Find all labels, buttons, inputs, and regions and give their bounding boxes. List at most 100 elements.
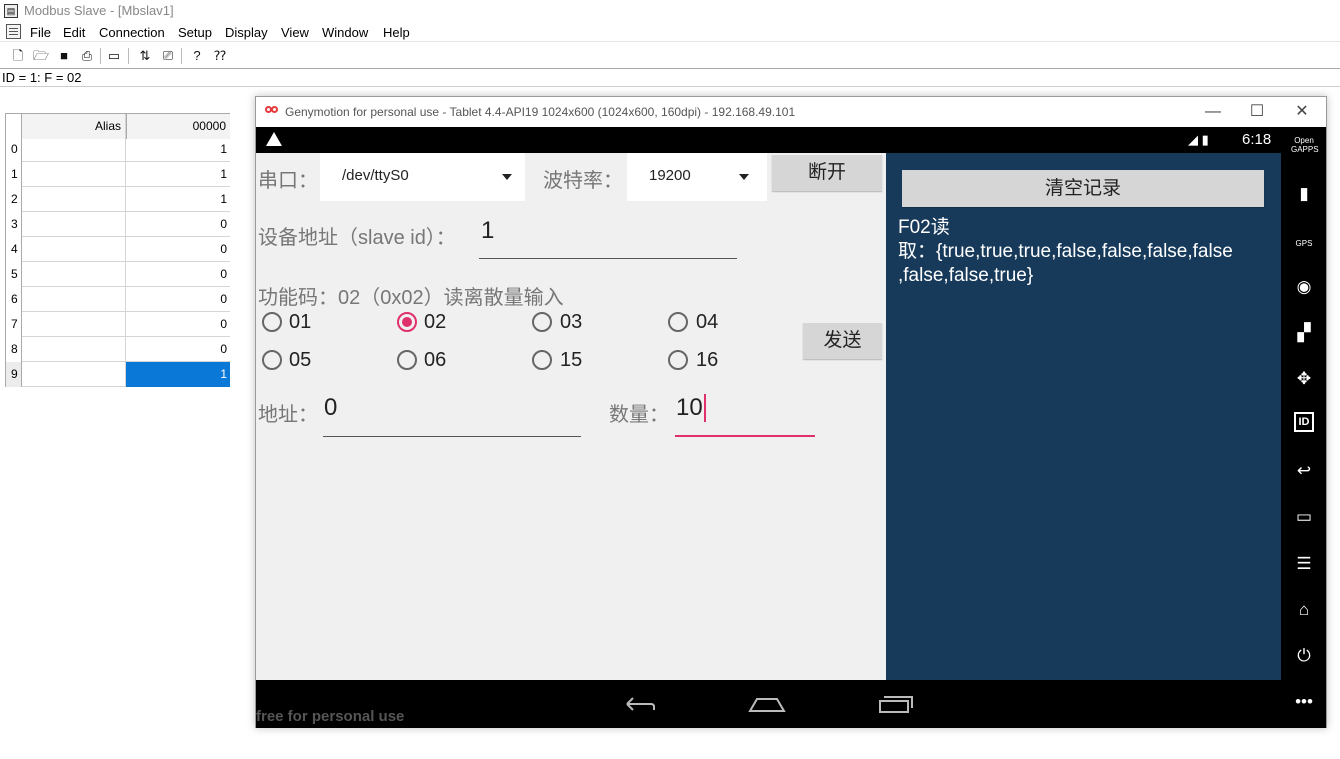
slave-id-underline [479,258,737,259]
status-clock: 6:18 [1242,131,1272,148]
alias-cell[interactable] [22,137,126,162]
radio-05[interactable] [262,350,282,370]
table-row-selected[interactable]: 91 [5,362,230,387]
menu-window[interactable]: Window [322,25,368,40]
home-icon[interactable]: ⌂ [1291,597,1317,623]
print-icon[interactable]: ⎙ [78,47,96,65]
radio-03-label: 03 [560,311,583,333]
alias-cell[interactable] [22,212,126,237]
nav-home-icon[interactable] [748,694,786,714]
value-cell[interactable]: 1 [126,187,230,212]
alias-cell[interactable] [22,262,126,287]
baud-rate-spinner[interactable]: 19200 [627,153,767,201]
row-index: 8 [5,337,22,362]
radio-01-label: 01 [289,311,312,333]
serial-port-spinner[interactable]: /dev/ttyS0 [320,153,525,201]
value-cell[interactable]: 1 [126,137,230,162]
power-icon[interactable]: ⏻ [1291,643,1317,669]
clear-log-button[interactable]: 清空记录 [902,170,1264,207]
grid-corner [5,114,22,139]
table-row[interactable]: 30 [5,212,230,237]
address-input[interactable]: 0 [324,394,337,422]
value-cell-selected[interactable]: 1 [126,362,230,387]
radio-02[interactable] [397,312,417,332]
disconnect-icon[interactable]: ⎚ [159,47,177,65]
help-icon[interactable]: ? [188,47,206,65]
disconnect-button[interactable]: 断开 [772,155,882,191]
radio-01[interactable] [262,312,282,332]
clapper-icon[interactable]: ▞ [1291,320,1317,346]
save-icon[interactable]: ■ [55,47,73,65]
count-label: 数量： [609,404,669,426]
menu-display[interactable]: Display [225,25,268,40]
modbus-menubar: File Edit Connection Setup Display View … [0,22,1340,42]
gps-icon[interactable]: GPS [1291,227,1317,253]
value-cell[interactable]: 0 [126,212,230,237]
table-row[interactable]: 50 [5,262,230,287]
camera-icon[interactable]: ◉ [1291,274,1317,300]
value-cell[interactable]: 0 [126,287,230,312]
alias-cell[interactable] [22,287,126,312]
battery-icon[interactable]: ▮ [1291,181,1317,207]
count-input[interactable]: 10 [676,394,706,422]
open-folder-icon[interactable]: 🗁 [32,47,50,65]
radio-06[interactable] [397,350,417,370]
move-icon[interactable]: ✥ [1291,366,1317,392]
value-cell[interactable]: 0 [126,337,230,362]
radio-04[interactable] [668,312,688,332]
table-row[interactable]: 70 [5,312,230,337]
modbus-titlebar: ▤ Modbus Slave - [Mbslav1] [0,0,1340,22]
connect-icon[interactable]: ⇅ [136,47,154,65]
menu-file[interactable]: File [30,25,51,40]
value-cell[interactable]: 0 [126,312,230,337]
row-index: 5 [5,262,22,287]
document-icon[interactable] [6,24,21,39]
alias-cell[interactable] [22,187,126,212]
window-icon[interactable]: ▭ [105,47,123,65]
nav-back-icon[interactable] [621,694,657,714]
radio-16[interactable] [668,350,688,370]
baud-rate-value: 19200 [649,167,691,184]
minimize-icon[interactable]: — [1198,102,1228,122]
id-icon[interactable]: ID [1294,412,1314,432]
table-row[interactable]: 60 [5,287,230,312]
radio-15[interactable] [532,350,552,370]
send-button[interactable]: 发送 [803,323,882,359]
table-row[interactable]: 80 [5,337,230,362]
function-code-label: 功能码：02（0x02）读离散量输入 [258,287,564,309]
radio-03[interactable] [532,312,552,332]
log-line: 取：{true,true,true,false,false,false,fals… [898,241,1233,262]
menu-help[interactable]: Help [383,25,410,40]
value-cell[interactable]: 0 [126,237,230,262]
table-row[interactable]: 11 [5,162,230,187]
alias-cell[interactable] [22,162,126,187]
menu-view[interactable]: View [281,25,309,40]
menu-connection[interactable]: Connection [99,25,165,40]
maximize-icon[interactable]: ☐ [1242,102,1272,122]
nav-recent-apps-icon[interactable] [878,694,914,714]
alias-cell[interactable] [22,237,126,262]
more-icon[interactable]: ••• [1291,689,1317,715]
close-icon[interactable]: ✕ [1287,102,1317,122]
opengapps-icon[interactable]: Open GAPPS [1291,136,1319,162]
menu-icon[interactable]: ☰ [1291,551,1317,577]
menu-setup[interactable]: Setup [178,25,212,40]
slave-id-input[interactable]: 1 [481,217,494,245]
table-row[interactable]: 01 [5,137,230,162]
value-cell[interactable]: 1 [126,162,230,187]
row-index: 2 [5,187,22,212]
value-cell[interactable]: 0 [126,262,230,287]
genymotion-window-title: Genymotion for personal use - Tablet 4.4… [285,105,796,119]
toolbar-separator [128,48,129,64]
menu-edit[interactable]: Edit [63,25,85,40]
alias-cell[interactable] [22,362,126,387]
context-help-icon[interactable]: ⁇ [211,47,229,65]
new-file-icon[interactable]: 🗋 [9,47,27,65]
recent-icon[interactable]: ▭ [1291,504,1317,530]
back-icon[interactable]: ↩ [1291,458,1317,484]
table-row[interactable]: 21 [5,187,230,212]
alias-cell[interactable] [22,312,126,337]
radio-04-label: 04 [696,311,719,333]
table-row[interactable]: 40 [5,237,230,262]
alias-cell[interactable] [22,337,126,362]
